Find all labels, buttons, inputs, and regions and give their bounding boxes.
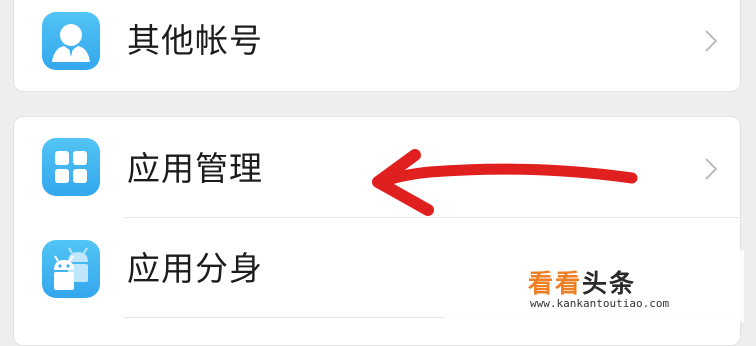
settings-item-label: 应用分身 xyxy=(127,249,263,288)
settings-item-label: 应用管理 xyxy=(127,149,263,188)
app-grid-icon xyxy=(42,138,100,196)
settings-item-label: 其他帐号 xyxy=(127,21,263,60)
watermark-logo: 看看头条 xyxy=(528,269,637,298)
account-icon xyxy=(42,12,100,70)
watermark-url: www.kankantoutiao.com xyxy=(530,297,670,310)
chevron-right-icon xyxy=(705,30,718,52)
settings-item-other-accounts[interactable]: 其他帐号 xyxy=(14,0,740,91)
android-clone-icon xyxy=(42,240,100,298)
chevron-right-icon xyxy=(705,158,718,180)
settings-group-accounts: 其他帐号 xyxy=(13,0,741,92)
settings-item-app-management[interactable]: 应用管理 xyxy=(14,117,740,221)
watermark: 看看头条 www.kankantoutiao.com xyxy=(444,250,744,322)
